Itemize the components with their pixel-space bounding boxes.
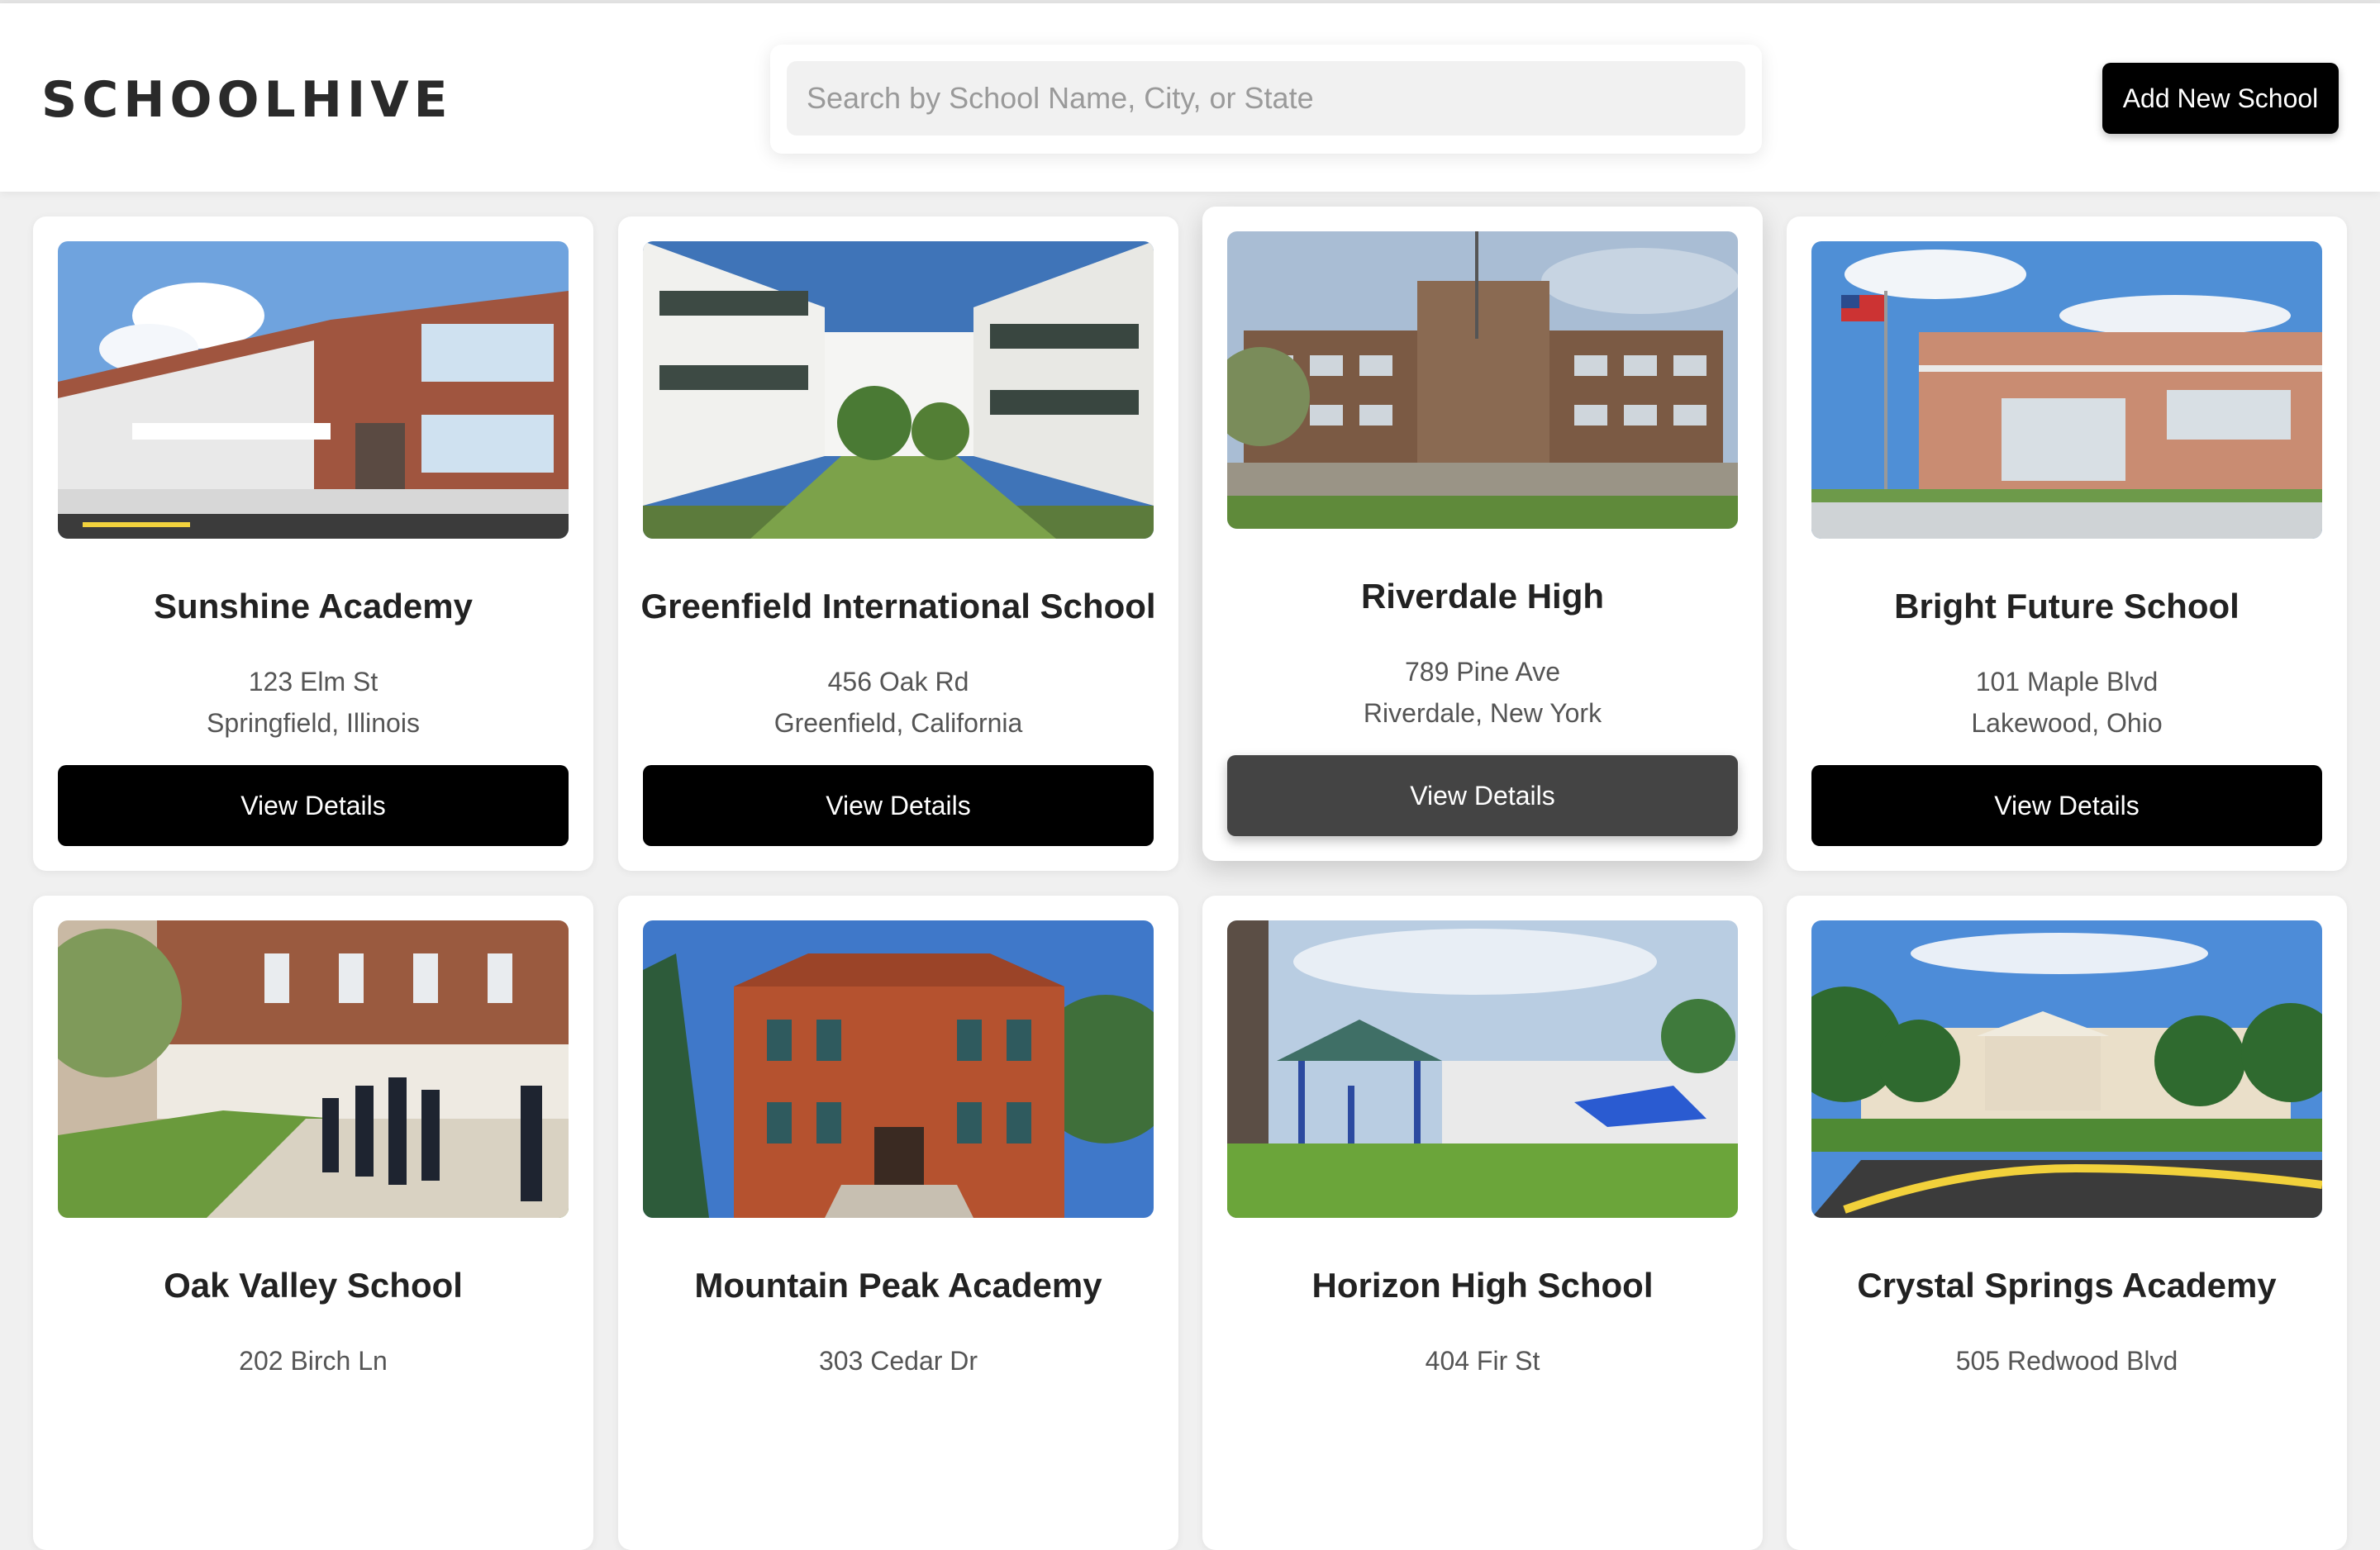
school-card: Bright Future School 101 Maple Blvd Lake…: [1787, 216, 2347, 871]
school-image: [1227, 920, 1738, 1218]
search-container: [770, 45, 1762, 154]
school-address: 505 Redwood Blvd: [1787, 1340, 2347, 1381]
school-city-state: Springfield, Illinois: [207, 708, 420, 738]
school-name: Crystal Springs Academy: [1857, 1266, 2277, 1305]
school-street: 101 Maple Blvd: [1975, 667, 2159, 697]
school-card: Sunshine Academy 123 Elm St Springfield,…: [33, 216, 593, 871]
view-details-button[interactable]: View Details: [643, 765, 1154, 846]
school-image: [643, 920, 1154, 1218]
school-card: Oak Valley School 202 Birch Ln: [33, 896, 593, 1550]
school-name: Greenfield International School: [640, 587, 1156, 625]
school-address: 456 Oak Rd Greenfield, California: [618, 661, 1178, 744]
school-street: 456 Oak Rd: [827, 667, 969, 697]
school-street: 789 Pine Ave: [1404, 657, 1560, 687]
school-name: Oak Valley School: [164, 1266, 463, 1305]
school-street: 123 Elm St: [248, 667, 378, 697]
school-city-state: Lakewood, Ohio: [1971, 708, 2163, 738]
school-image: [643, 241, 1154, 539]
add-new-school-button[interactable]: Add New School: [2102, 63, 2339, 134]
school-address: 202 Birch Ln: [33, 1340, 593, 1381]
school-image: [1811, 241, 2322, 539]
school-street: 202 Birch Ln: [239, 1346, 388, 1376]
app-header: SCHOOLHIVE Add New School: [0, 3, 2380, 192]
school-name: Bright Future School: [1894, 587, 2240, 625]
view-details-button[interactable]: View Details: [58, 765, 569, 846]
school-name: Horizon High School: [1311, 1266, 1654, 1305]
school-address: 101 Maple Blvd Lakewood, Ohio: [1787, 661, 2347, 744]
school-image: [58, 241, 569, 539]
school-address: 303 Cedar Dr: [618, 1340, 1178, 1381]
school-name: Riverdale High: [1360, 577, 1605, 616]
school-name: Sunshine Academy: [154, 587, 473, 625]
school-card: Horizon High School 404 Fir St: [1202, 896, 1763, 1550]
school-card: Greenfield International School 456 Oak …: [618, 216, 1178, 871]
school-street: 505 Redwood Blvd: [1955, 1346, 2178, 1376]
school-card: Riverdale High 789 Pine Ave Riverdale, N…: [1202, 207, 1763, 861]
school-address: 404 Fir St: [1202, 1340, 1763, 1381]
view-details-button[interactable]: View Details: [1227, 755, 1738, 836]
school-image: [58, 920, 569, 1218]
search-input[interactable]: [787, 61, 1745, 136]
school-city-state: Greenfield, California: [774, 708, 1023, 738]
school-name: Mountain Peak Academy: [694, 1266, 1102, 1305]
view-details-button[interactable]: View Details: [1811, 765, 2322, 846]
school-city-state: Riverdale, New York: [1363, 698, 1602, 728]
school-grid: Sunshine Academy 123 Elm St Springfield,…: [33, 207, 2347, 1550]
school-card: Crystal Springs Academy 505 Redwood Blvd: [1787, 896, 2347, 1550]
school-street: 303 Cedar Dr: [818, 1346, 978, 1376]
school-image: [1227, 231, 1738, 529]
school-card: Mountain Peak Academy 303 Cedar Dr: [618, 896, 1178, 1550]
school-street: 404 Fir St: [1425, 1346, 1540, 1376]
school-image: [1811, 920, 2322, 1218]
school-address: 123 Elm St Springfield, Illinois: [33, 661, 593, 744]
school-address: 789 Pine Ave Riverdale, New York: [1202, 651, 1763, 734]
app-logo: SCHOOLHIVE: [41, 71, 453, 129]
